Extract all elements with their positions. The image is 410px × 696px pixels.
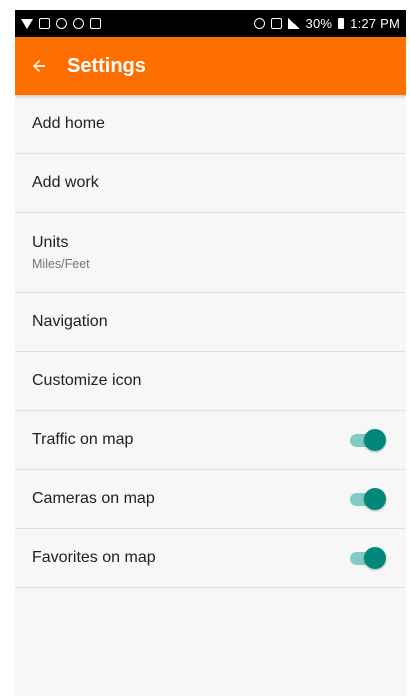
battery-icon [338,18,345,29]
arrow-left-icon [33,60,45,72]
signal-icon [287,18,300,29]
back-button[interactable] [27,54,51,78]
setting-customize-icon[interactable]: Customize icon [15,352,406,411]
clock: 1:27 PM [350,16,400,31]
status-bar: 30% 1:27 PM [15,10,406,37]
sync-icon [73,18,84,29]
setting-label: Favorites on map [32,549,156,566]
cameras-toggle[interactable] [348,487,386,511]
app-bar: Settings [15,37,406,95]
setting-label: Navigation [32,313,108,330]
page-title: Settings [67,54,146,77]
setting-units[interactable]: Units Miles/Feet [15,213,406,293]
setting-text: Units Miles/Feet [32,234,90,271]
notification-icons [21,18,101,29]
favorites-toggle[interactable] [348,546,386,570]
setting-label: Add work [32,174,99,191]
setting-add-work[interactable]: Add work [15,154,406,213]
phone-screen: 30% 1:27 PM Settings Add home Add work U… [15,10,406,696]
settings-list: Add home Add work Units Miles/Feet Navig… [15,95,406,588]
setting-label: Traffic on map [32,431,134,448]
setting-navigation[interactable]: Navigation [15,293,406,352]
location-notification-icon [56,18,67,29]
toggle-thumb [364,488,386,510]
setting-label: Add home [32,115,105,132]
setting-add-home[interactable]: Add home [15,95,406,154]
system-icons: 30% 1:27 PM [253,16,400,31]
setting-label: Customize icon [32,372,142,389]
setting-label: Cameras on map [32,490,155,507]
setting-favorites-on-map[interactable]: Favorites on map [15,529,406,588]
setting-sublabel: Miles/Feet [32,257,90,271]
setting-cameras-on-map[interactable]: Cameras on map [15,470,406,529]
toggle-thumb [364,429,386,451]
nfc-icon [270,18,282,29]
setting-label: Units [32,234,69,251]
notification-icon [21,18,33,29]
location-icon [253,18,265,29]
traffic-toggle[interactable] [348,428,386,452]
gallery-icon [39,18,50,29]
battery-percent: 30% [305,16,333,31]
toggle-thumb [364,547,386,569]
app-notification-icon [90,18,101,29]
setting-traffic-on-map[interactable]: Traffic on map [15,411,406,470]
